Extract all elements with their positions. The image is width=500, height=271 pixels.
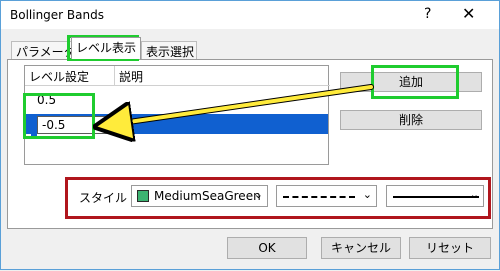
column-header-level: レベル設定 — [25, 66, 115, 86]
title-bar: Bollinger Bands ? ✕ — [1, 1, 499, 29]
column-header-description: 説明 — [115, 66, 330, 86]
reset-button[interactable]: リセット — [409, 237, 491, 259]
highlight-levels — [23, 93, 95, 139]
highlight-add — [371, 65, 459, 99]
window-title: Bollinger Bands — [10, 8, 104, 22]
ok-button[interactable]: OK — [227, 237, 307, 259]
help-icon[interactable]: ? — [424, 6, 431, 22]
cancel-button[interactable]: キャンセル — [321, 237, 401, 259]
delete-button[interactable]: 削除 — [340, 110, 482, 130]
close-icon[interactable]: ✕ — [462, 4, 475, 23]
tab-level-display[interactable]: レベル表示 — [71, 37, 141, 59]
dialog-window: Bollinger Bands ? ✕ パラメーター レベル表示 表示選択 レベ… — [0, 0, 500, 270]
highlight-style — [65, 177, 491, 219]
tab-display-select[interactable]: 表示選択 — [141, 41, 197, 59]
